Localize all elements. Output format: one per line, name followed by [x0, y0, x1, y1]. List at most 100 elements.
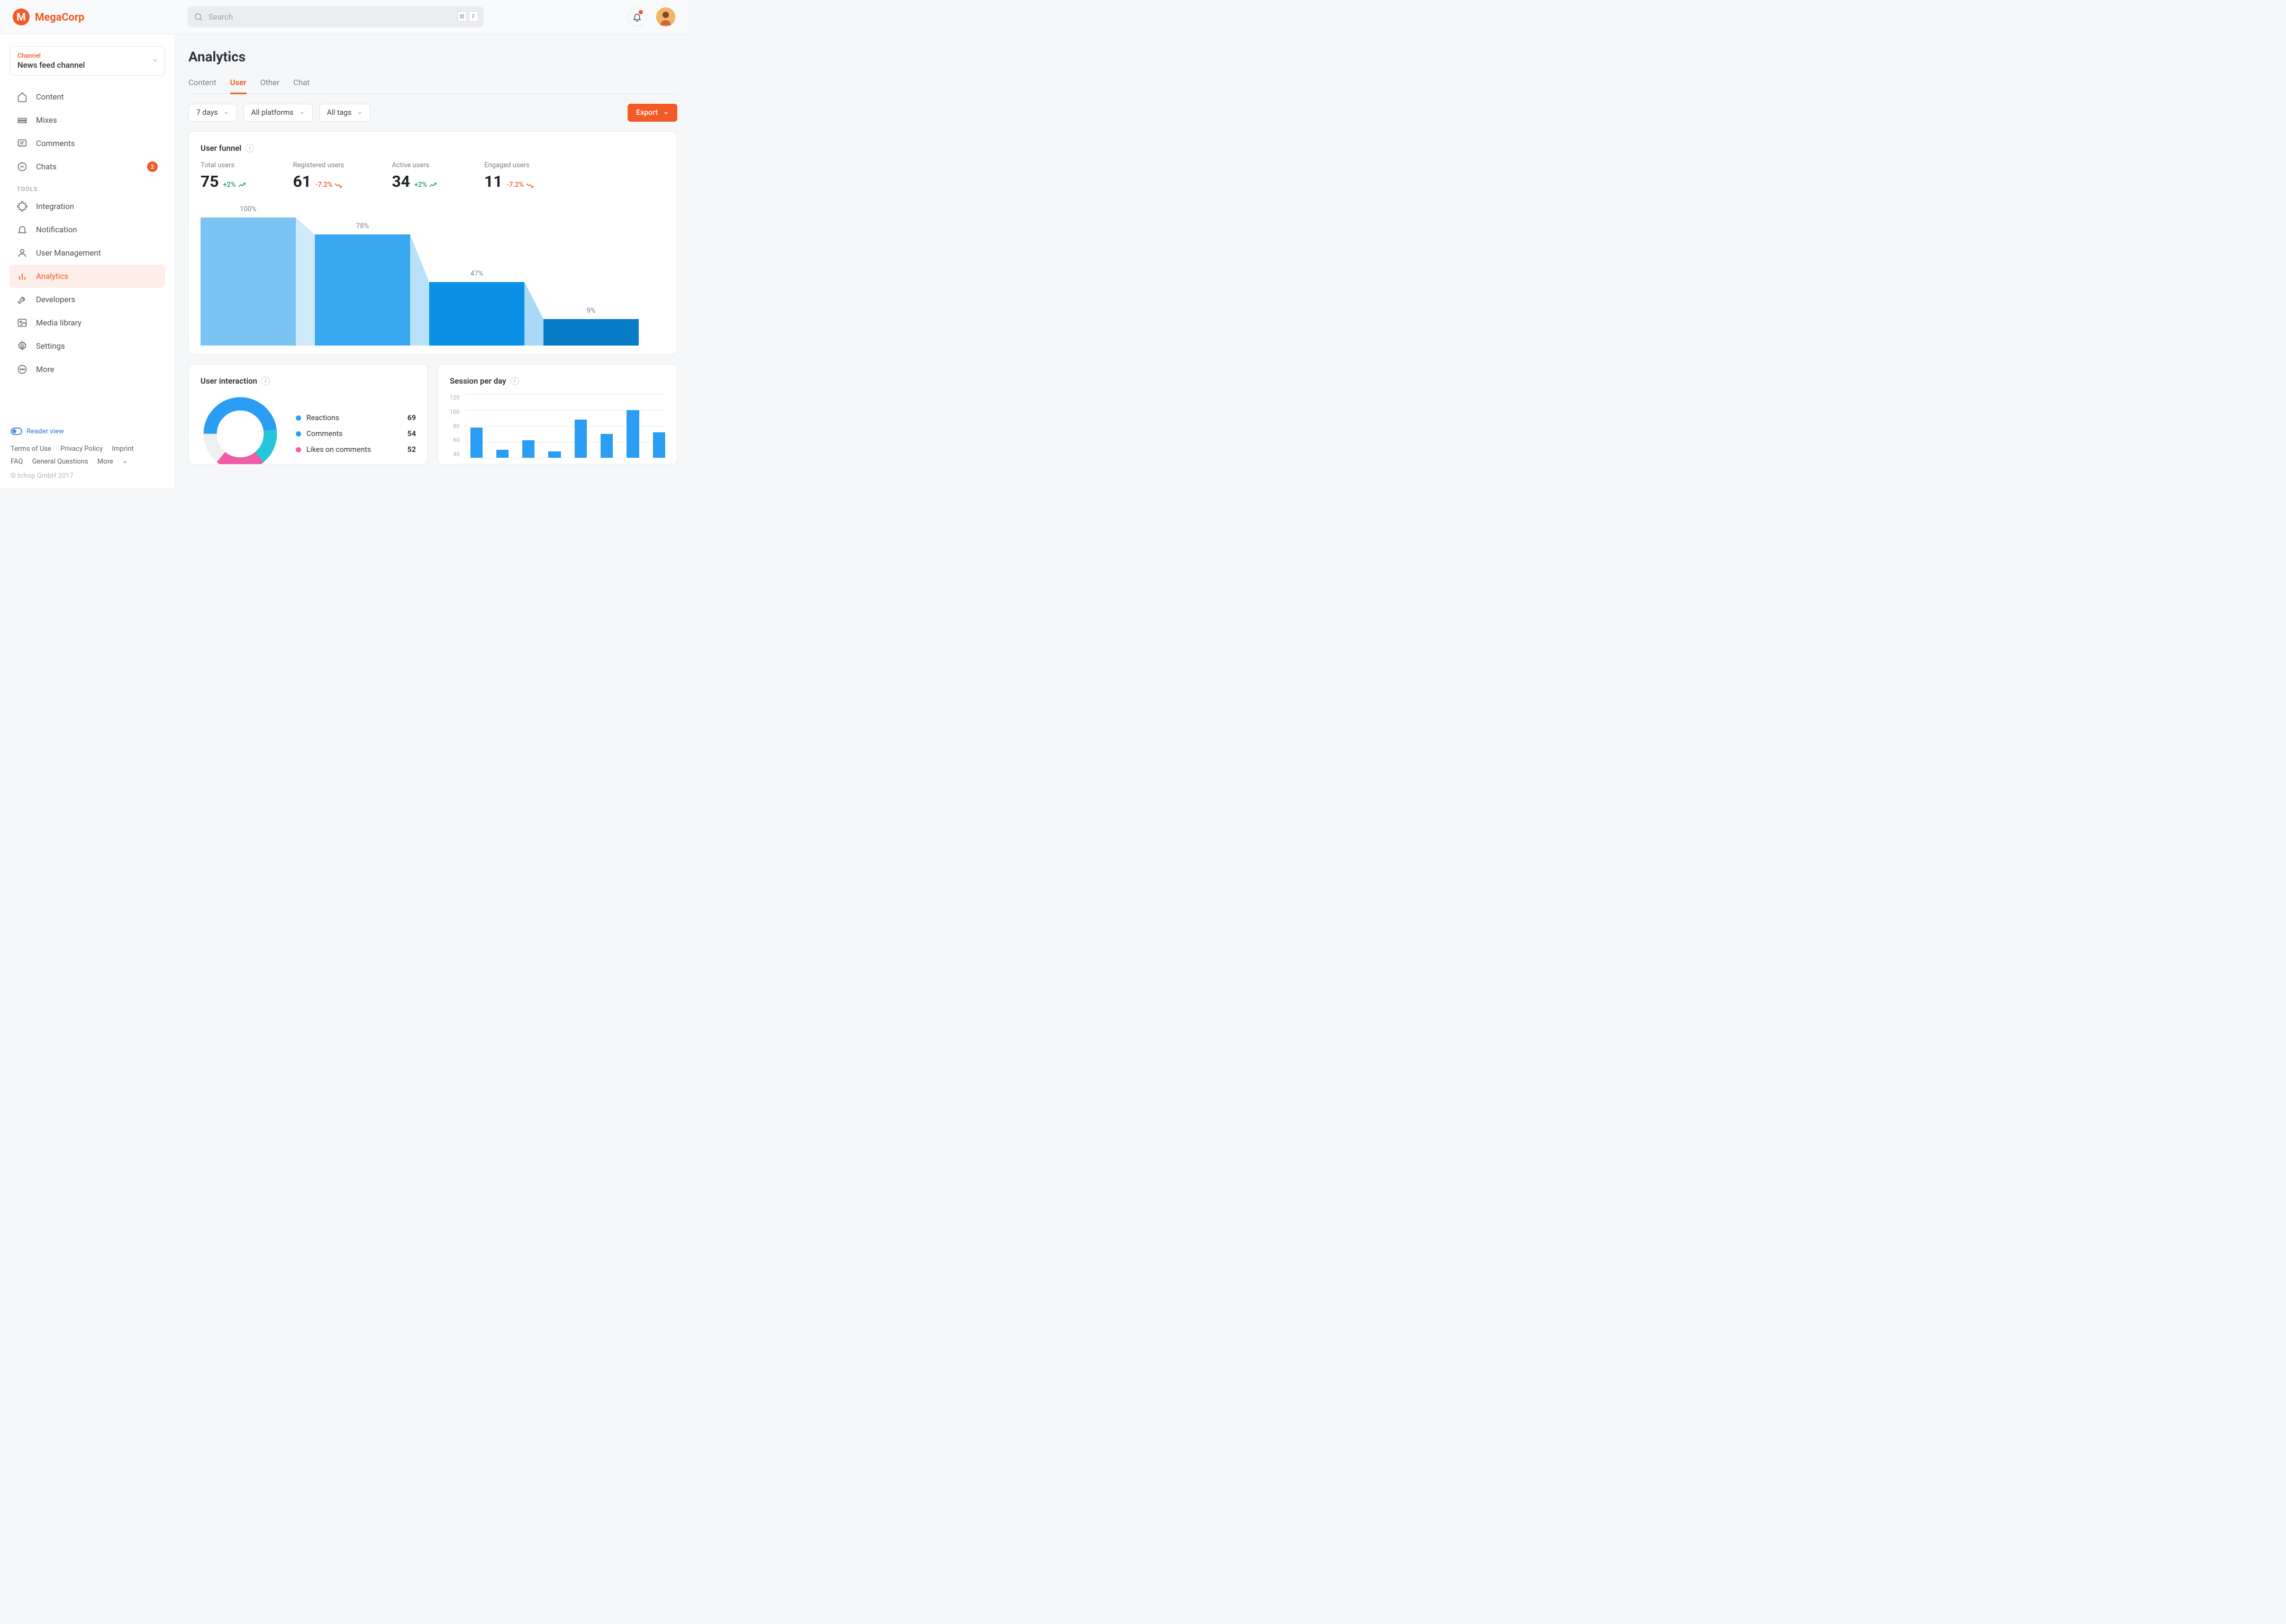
- footer-link[interactable]: Terms of Use: [11, 445, 51, 453]
- brand-logo[interactable]: M MegaCorp: [13, 8, 187, 25]
- tab-chat[interactable]: Chat: [293, 75, 310, 94]
- session-per-day-card: Session per day i 120100806040: [438, 364, 677, 465]
- sidebar-item-label: More: [36, 365, 55, 374]
- notification-dot-icon: [639, 10, 643, 14]
- info-icon[interactable]: i: [511, 377, 519, 385]
- tab-content[interactable]: Content: [188, 75, 216, 94]
- funnel-pct: 100%: [240, 205, 256, 213]
- info-icon[interactable]: i: [246, 144, 254, 152]
- sidebar-item-analytics[interactable]: Analytics: [10, 265, 165, 288]
- notifications-button[interactable]: [628, 7, 647, 26]
- legend-dot-icon: [296, 431, 301, 437]
- channel-selector[interactable]: Channel News feed channel: [10, 46, 165, 76]
- sidebar-item-media-library[interactable]: Media library: [10, 311, 165, 334]
- sidebar-item-label: Integration: [36, 202, 74, 211]
- image-icon: [17, 317, 28, 328]
- sidebar-item-label: Chats: [36, 162, 57, 171]
- sidebar-item-integration[interactable]: Integration: [10, 195, 165, 218]
- footer-link[interactable]: Imprint: [112, 445, 133, 453]
- platform-select[interactable]: All platforms: [243, 104, 313, 122]
- session-bar: [575, 420, 587, 458]
- metric-delta: -7.2%: [315, 181, 342, 189]
- sidebar-item-settings[interactable]: Settings: [10, 334, 165, 358]
- tab-other[interactable]: Other: [260, 75, 280, 94]
- user-funnel-card: User funnel i Total users 75 +2% Registe…: [188, 131, 677, 355]
- metric-value: 34 +2%: [392, 173, 437, 191]
- metric-label: Active users: [392, 161, 437, 169]
- sidebar-item-label: Notification: [36, 225, 77, 234]
- funnel-block: [429, 282, 524, 346]
- card-title: Session per day: [450, 376, 506, 386]
- export-button[interactable]: Export: [628, 104, 677, 122]
- sidebar-item-comments[interactable]: Comments: [10, 132, 165, 155]
- toggle-icon: [11, 428, 22, 435]
- chevron-down-icon: [122, 459, 128, 465]
- metric: Registered users 61 -7.2%: [293, 161, 344, 191]
- chevron-down-icon: [299, 110, 305, 116]
- legend-label: Reactions: [306, 414, 339, 422]
- sidebar-item-label: Analytics: [36, 271, 68, 281]
- sidebar-item-content[interactable]: Content: [10, 85, 165, 108]
- funnel-block: [315, 234, 410, 346]
- sidebar-item-label: Comments: [36, 139, 75, 148]
- sidebar-item-notification[interactable]: Notification: [10, 218, 165, 241]
- metric-delta: +2%: [223, 181, 245, 189]
- metric-value: 75 +2%: [201, 173, 246, 191]
- funnel-connector: [296, 217, 315, 346]
- search-input[interactable]: [187, 6, 484, 28]
- metric: Total users 75 +2%: [201, 161, 246, 191]
- metric-value: 61 -7.2%: [293, 173, 344, 191]
- sidebar-item-developers[interactable]: Developers: [10, 288, 165, 311]
- funnel-connector: [410, 234, 429, 346]
- wrench-icon: [17, 294, 28, 305]
- legend-row: Likes on comments 52: [296, 442, 416, 458]
- info-icon[interactable]: i: [261, 377, 270, 385]
- brand-name: MegaCorp: [35, 11, 84, 23]
- footer-link[interactable]: Privacy Policy: [60, 445, 103, 453]
- footer-link[interactable]: General Questions: [32, 458, 88, 466]
- bell-icon: [17, 224, 28, 235]
- metric-delta: +2%: [414, 181, 437, 189]
- sidebar-item-label: Mixes: [36, 115, 57, 125]
- legend-label: Comments: [306, 430, 343, 438]
- footer-links: Terms of Use Privacy Policy Imprint FAQ …: [11, 443, 164, 469]
- funnel-pct: 78%: [356, 222, 369, 230]
- legend-label: Likes on comments: [306, 446, 371, 454]
- tab-user[interactable]: User: [230, 75, 247, 94]
- legend-value: 54: [407, 430, 416, 438]
- y-axis-labels: 120100806040: [450, 394, 460, 458]
- range-select[interactable]: 7 days: [188, 104, 237, 122]
- sidebar-item-mixes[interactable]: Mixes: [10, 108, 165, 132]
- footer-link[interactable]: FAQ: [11, 458, 23, 466]
- legend-row: Reactions 69: [296, 410, 416, 426]
- sidebar-item-user-management[interactable]: User Management: [10, 241, 165, 265]
- card-title: User funnel: [201, 143, 241, 153]
- user-avatar[interactable]: [656, 7, 675, 26]
- channel-value: News feed channel: [17, 60, 157, 70]
- chevron-down-icon: [223, 110, 229, 116]
- comments-icon: [17, 138, 28, 149]
- sidebar-item-label: Developers: [36, 295, 75, 304]
- home-icon: [17, 92, 28, 102]
- legend-value: 52: [407, 446, 416, 454]
- copyright: © tchop GmbH 2017: [11, 472, 164, 480]
- funnel-pct: 9%: [587, 307, 596, 315]
- session-bar: [601, 434, 613, 458]
- sidebar-item-label: Settings: [36, 341, 65, 351]
- tags-select[interactable]: All tags: [319, 104, 371, 122]
- gear-icon: [17, 341, 28, 351]
- chevron-down-icon: [663, 110, 669, 116]
- avatar-icon: [656, 7, 675, 26]
- sidebar-item-more[interactable]: More: [10, 358, 165, 381]
- sidebar-item-chats[interactable]: Chats 2: [10, 155, 165, 178]
- reader-view-toggle[interactable]: Reader view: [11, 428, 164, 436]
- chat-icon: [17, 161, 28, 172]
- session-bar: [548, 451, 560, 458]
- user-icon: [17, 248, 28, 258]
- search-field[interactable]: ⌘F: [187, 6, 484, 28]
- session-bar: [470, 428, 483, 458]
- footer-link[interactable]: More: [97, 458, 113, 466]
- donut-chart: [201, 394, 280, 465]
- funnel-block: [543, 319, 639, 346]
- funnel-chart: 100% 78% 47% 9%: [201, 195, 665, 354]
